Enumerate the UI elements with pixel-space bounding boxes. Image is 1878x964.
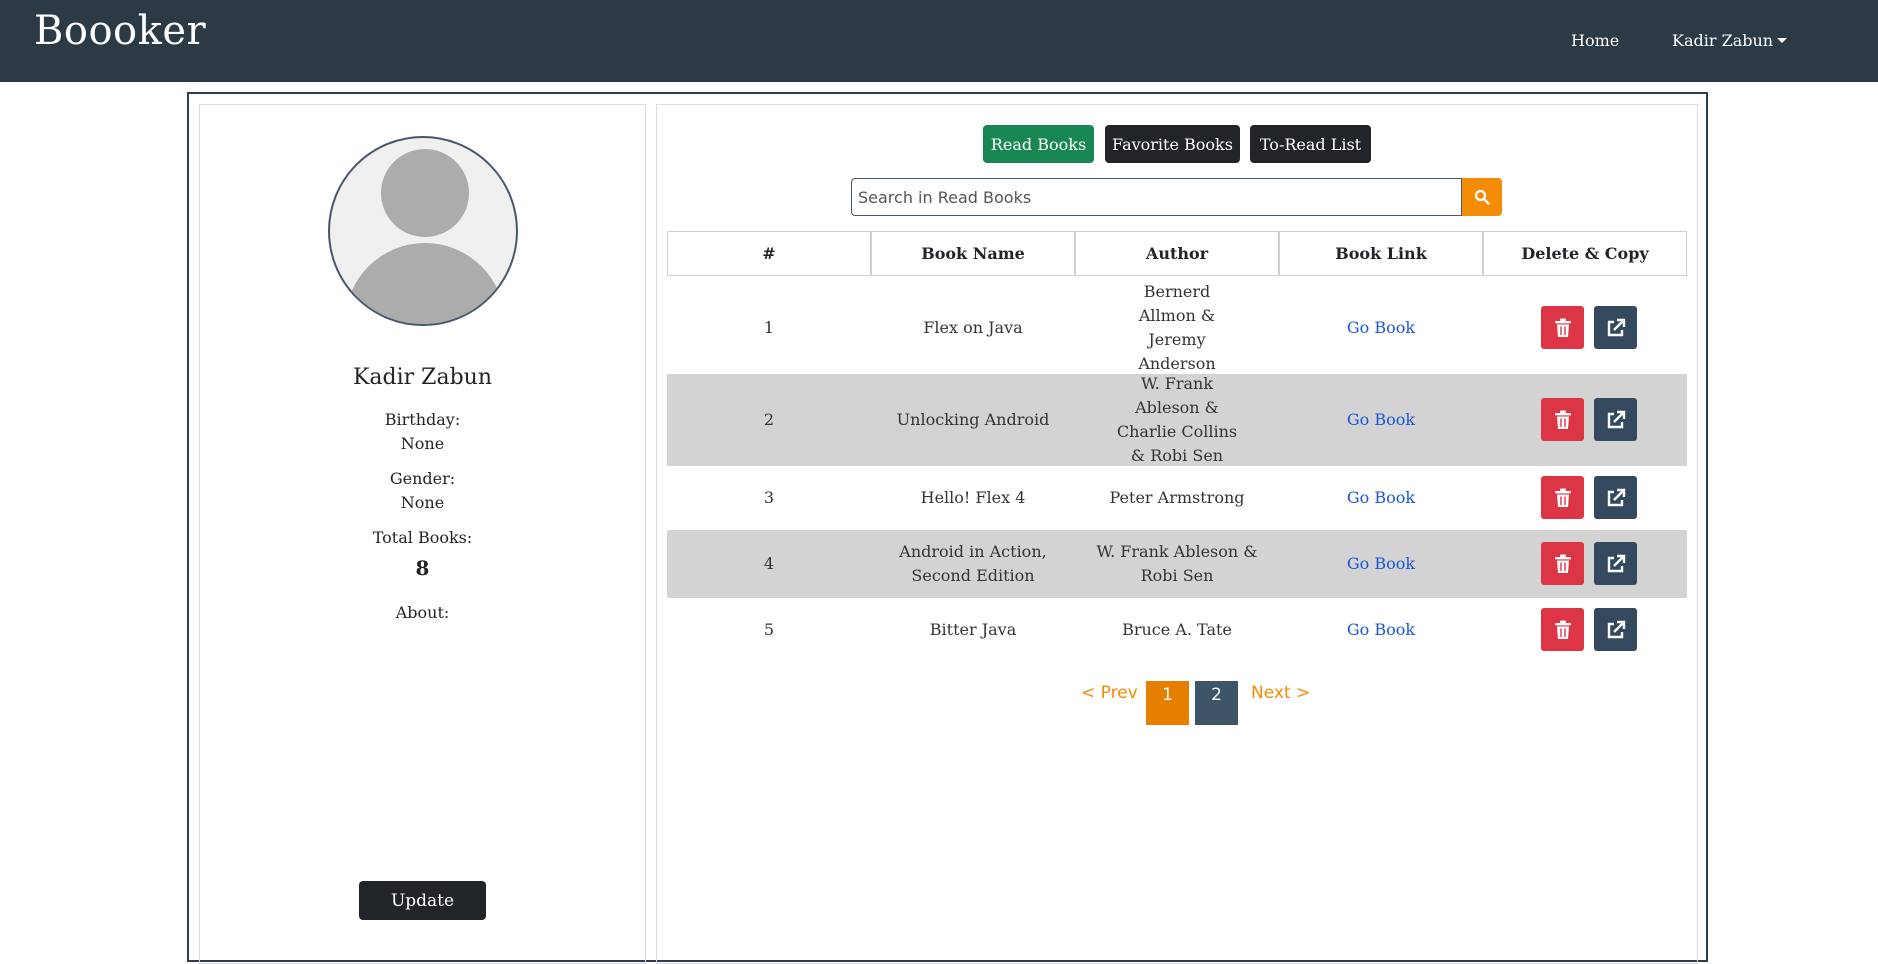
birthday-label: Birthday: <box>384 410 461 429</box>
go-book-link[interactable]: Go Book <box>1347 618 1415 642</box>
external-link-icon <box>1607 488 1625 506</box>
about-label: About: <box>395 603 450 622</box>
trash-icon <box>1554 620 1571 639</box>
book-name: Flex on Java <box>923 318 1023 337</box>
external-link-icon <box>1607 410 1625 428</box>
book-name: Hello! Flex 4 <box>920 488 1026 507</box>
table-row: 4 Android in Action, Second Edition W. F… <box>667 530 1687 598</box>
go-book-link[interactable]: Go Book <box>1347 486 1415 510</box>
profile-name: Kadir Zabun <box>352 365 492 390</box>
total-books-label: Total Books: <box>372 528 473 547</box>
row-number: 3 <box>763 488 775 507</box>
tab-favorite-books[interactable]: Favorite Books <box>1105 125 1240 163</box>
delete-button[interactable] <box>1541 608 1584 651</box>
book-name: Bitter Java <box>929 620 1017 639</box>
search-input[interactable] <box>851 178 1462 216</box>
pagination-page-2[interactable]: 2 <box>1195 681 1238 725</box>
user-silhouette-icon <box>345 149 505 324</box>
book-author: Bruce A. Tate <box>1122 620 1232 639</box>
table-row: 1 Flex on Java Bernerd Allmon & Jeremy A… <box>667 282 1687 374</box>
trash-icon <box>1554 318 1571 337</box>
avatar <box>328 136 518 326</box>
pagination-page-1[interactable]: 1 <box>1146 681 1189 725</box>
external-link-icon <box>1607 620 1625 638</box>
book-name: Unlocking Android <box>896 410 1050 429</box>
search-icon <box>1474 189 1490 205</box>
delete-button[interactable] <box>1541 476 1584 519</box>
copy-link-button[interactable] <box>1594 476 1637 519</box>
brand-logo[interactable]: Boooker <box>34 8 206 54</box>
trash-icon <box>1554 554 1571 573</box>
table-row: 3 Hello! Flex 4 Peter Armstrong Go Book <box>667 466 1687 530</box>
nav-home-link[interactable]: Home <box>1571 31 1619 50</box>
tab-read-books[interactable]: Read Books <box>983 125 1094 163</box>
go-book-link[interactable]: Go Book <box>1347 316 1415 340</box>
book-author: Peter Armstrong <box>1109 488 1245 507</box>
birthday-value: None <box>400 434 445 453</box>
copy-link-button[interactable] <box>1594 608 1637 651</box>
total-books-value: 8 <box>415 556 430 580</box>
pagination-next[interactable]: Next > <box>1251 683 1310 703</box>
table-row: 2 Unlocking Android W. Frank Ableson & C… <box>667 374 1687 466</box>
book-author: W. Frank Ableson & Robi Sen <box>1096 542 1258 585</box>
tab-to-read-list[interactable]: To-Read List <box>1250 125 1371 163</box>
row-number: 5 <box>763 620 775 639</box>
delete-button[interactable] <box>1541 398 1584 441</box>
row-number: 1 <box>763 318 775 337</box>
copy-link-button[interactable] <box>1594 398 1637 441</box>
external-link-icon <box>1607 554 1625 572</box>
update-button[interactable]: Update <box>359 881 486 920</box>
column-header-book-link: Book Link <box>1279 231 1483 276</box>
external-link-icon <box>1607 318 1625 336</box>
table-row: 5 Bitter Java Bruce A. Tate Go Book <box>667 598 1687 662</box>
user-menu-label: Kadir Zabun <box>1672 31 1774 50</box>
gender-label: Gender: <box>389 469 456 488</box>
gender-value: None <box>400 493 445 512</box>
search-button[interactable] <box>1462 178 1502 216</box>
row-number: 2 <box>763 410 775 429</box>
delete-button[interactable] <box>1541 306 1584 349</box>
copy-link-button[interactable] <box>1594 542 1637 585</box>
column-header-book-name: Book Name <box>871 231 1075 276</box>
pagination-prev[interactable]: < Prev <box>1081 683 1138 703</box>
go-book-link[interactable]: Go Book <box>1347 552 1415 576</box>
book-author: W. Frank Ableson & Charlie Collins & Rob… <box>1116 374 1238 465</box>
navbar: Boooker Home Kadir Zabun <box>0 0 1878 82</box>
column-header-author: Author <box>1075 231 1279 276</box>
copy-link-button[interactable] <box>1594 306 1637 349</box>
user-menu-dropdown[interactable]: Kadir Zabun <box>1672 31 1788 50</box>
row-number: 4 <box>763 554 775 573</box>
go-book-link[interactable]: Go Book <box>1347 408 1415 432</box>
book-name: Android in Action, Second Edition <box>899 542 1047 585</box>
caret-down-icon <box>1777 38 1788 43</box>
trash-icon <box>1554 488 1571 507</box>
column-header-number: # <box>667 231 871 276</box>
delete-button[interactable] <box>1541 542 1584 585</box>
column-header-delete-copy: Delete & Copy <box>1483 231 1687 276</box>
trash-icon <box>1554 410 1571 429</box>
book-author: Bernerd Allmon & Jeremy Anderson <box>1138 282 1216 373</box>
